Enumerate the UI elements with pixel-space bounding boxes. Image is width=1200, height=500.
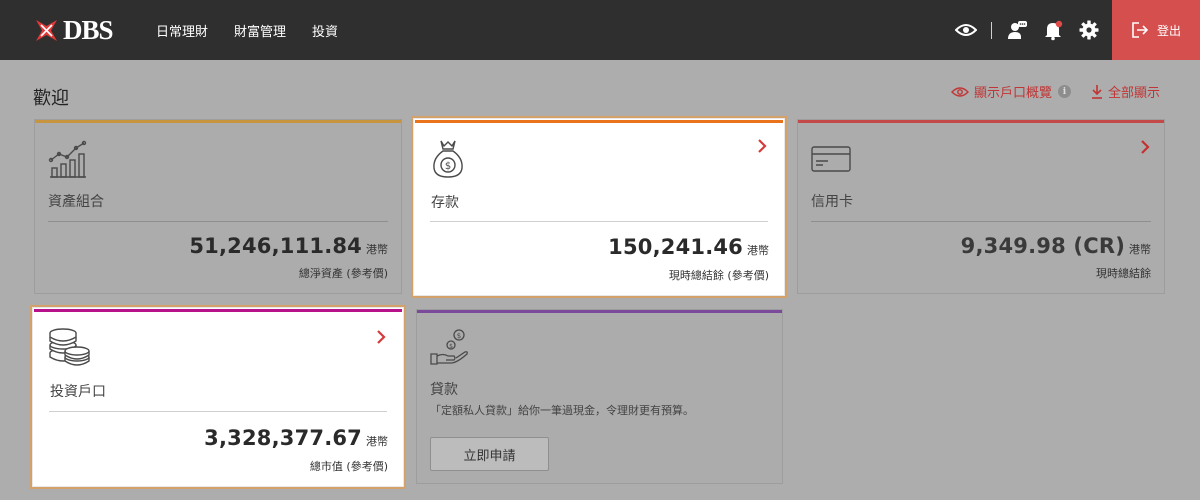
investment-amount-row: 3,328,377.67 港幣 [204, 426, 388, 450]
credit-card-title: 信用卡 [811, 194, 853, 210]
deposit-currency: 港幣 [747, 244, 769, 257]
logout-icon [1132, 22, 1149, 38]
portfolio-currency: 港幣 [366, 243, 388, 256]
portfolio-amount: 51,246,111.84 [189, 234, 362, 258]
deposit-amount: 150,241.46 [608, 235, 743, 259]
credit-card-amount: 9,349.98 (CR) [960, 234, 1125, 258]
show-overview-label: 顯示戶口概覽 [973, 86, 1052, 101]
portfolio-stripe [35, 120, 401, 123]
dbs-logo[interactable]: DBS [33, 14, 114, 45]
deposit-card[interactable]: $ 存款 150,241.46 港幣 現時總結餘 (參考價) [411, 116, 787, 298]
portfolio-divider [48, 221, 388, 222]
credit-card-divider [811, 221, 1151, 222]
investment-stripe [34, 309, 402, 312]
logout-button[interactable]: 登出 [1112, 0, 1200, 60]
loan-title: 貸款 [430, 382, 458, 398]
loan-card[interactable]: $ $ 貸款 「定額私人貸款」給你一筆過現金，令理財更有預算。 立即申請 [416, 309, 783, 484]
chart-growth-icon [48, 140, 88, 184]
loan-stripe [417, 310, 782, 313]
hand-coin-icon: $ $ [430, 327, 470, 371]
investment-divider [49, 411, 387, 412]
deposit-title: 存款 [431, 195, 459, 211]
chat-support-icon[interactable] [1006, 19, 1028, 41]
investment-title: 投資戶口 [50, 384, 106, 400]
bell-icon[interactable] [1042, 19, 1064, 41]
gear-icon[interactable] [1078, 19, 1100, 41]
deposit-divider [430, 221, 768, 222]
investment-note: 總市值 (參考價) [309, 460, 388, 473]
svg-text:$: $ [457, 332, 461, 340]
eye-outline-icon [950, 86, 969, 97]
investment-card[interactable]: 投資戶口 3,328,377.67 港幣 總市值 (參考價) [30, 305, 406, 489]
info-icon[interactable]: i [1057, 85, 1071, 98]
chevron-right-icon[interactable] [1140, 139, 1150, 158]
header-actions: 顯示戶口概覽 i 全部顯示 [950, 82, 1160, 101]
download-arrow-icon [1091, 84, 1102, 99]
show-all-link[interactable]: 全部顯示 [1091, 82, 1160, 101]
credit-card-icon [811, 146, 851, 176]
credit-card-note: 現時總結餘 [1096, 267, 1151, 280]
svg-text:$: $ [449, 343, 453, 350]
investment-amount: 3,328,377.67 [204, 426, 362, 450]
top-icon-group [955, 0, 1100, 60]
deposit-amount-row: 150,241.46 港幣 [608, 235, 769, 259]
svg-text:$: $ [445, 161, 451, 172]
show-overview-link[interactable]: 顯示戶口概覽 [950, 82, 1052, 101]
nav-daily-banking[interactable]: 日常理財 [156, 21, 208, 40]
eye-icon[interactable] [955, 19, 977, 41]
top-divider [991, 21, 992, 39]
loan-description: 「定額私人貸款」給你一筆過現金，令理財更有預算。 [430, 404, 694, 417]
deposit-note: 現時總結餘 (參考價) [668, 269, 769, 282]
brand-name: DBS [63, 14, 114, 45]
nav-wealth-management[interactable]: 財富管理 [234, 21, 286, 40]
coin-stack-icon [48, 327, 90, 371]
investment-currency: 港幣 [366, 435, 388, 448]
credit-card-amount-row: 9,349.98 (CR) 港幣 [961, 234, 1151, 258]
credit-card-card[interactable]: 信用卡 9,349.98 (CR) 港幣 現時總結餘 [797, 119, 1165, 294]
portfolio-title: 資產組合 [48, 194, 104, 210]
chevron-right-icon[interactable] [757, 138, 767, 157]
main-nav: 日常理財 財富管理 投資 [156, 0, 364, 60]
apply-now-button[interactable]: 立即申請 [430, 437, 549, 471]
chevron-right-icon[interactable] [376, 329, 386, 348]
nav-investment[interactable]: 投資 [312, 21, 338, 40]
credit-card-currency: 港幣 [1129, 243, 1151, 256]
money-bag-icon: $ [431, 138, 465, 182]
page-title: 歡迎 [33, 88, 69, 109]
portfolio-card[interactable]: 資產組合 51,246,111.84 港幣 總淨資產 (參考價) [34, 119, 402, 294]
top-bar: DBS 日常理財 財富管理 投資 登出 [0, 0, 1200, 60]
dbs-logo-icon [33, 17, 60, 44]
show-all-label: 全部顯示 [1107, 86, 1160, 101]
deposit-stripe [415, 120, 783, 123]
credit-card-stripe [798, 120, 1164, 123]
portfolio-note: 總淨資產 (參考價) [298, 267, 388, 280]
logout-label: 登出 [1156, 23, 1181, 38]
portfolio-amount-row: 51,246,111.84 港幣 [189, 234, 388, 258]
